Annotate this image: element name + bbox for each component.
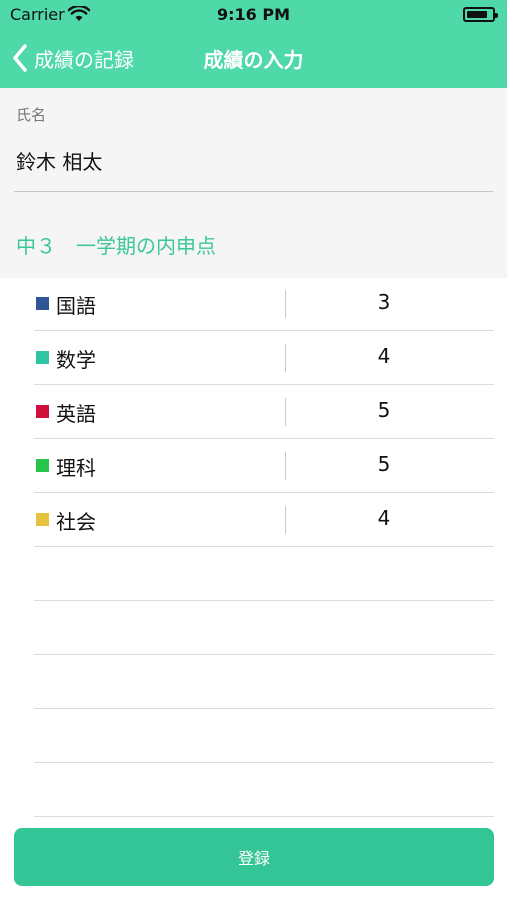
subject-row-math[interactable]: 数学 4 [34,331,494,385]
empty-row [34,763,494,817]
empty-row [34,709,494,763]
divider [285,452,286,480]
empty-row [34,601,494,655]
score-value[interactable]: 5 [374,452,394,476]
status-time: 9:16 PM [216,5,290,24]
page-title: 成績の入力 [203,48,304,72]
subject-name: 英語 [56,402,96,426]
section-title: 中３ 一学期の内申点 [16,234,216,258]
subject-color-swatch [36,513,49,526]
subject-name: 数学 [56,348,96,372]
subject-color-swatch [36,297,49,310]
empty-row [34,547,494,601]
register-button[interactable]: 登録 [14,828,494,886]
subject-color-swatch [36,459,49,472]
score-value[interactable]: 3 [374,290,394,314]
subject-name: 国語 [56,294,96,318]
navigation-bar: Carrier 9:16 PM 成績の記録 成績の入力 [0,0,507,88]
subject-color-swatch [36,405,49,418]
subject-row-english[interactable]: 英語 5 [34,385,494,439]
score-value[interactable]: 4 [374,344,394,368]
battery-icon [463,7,498,22]
score-value[interactable]: 5 [374,398,394,422]
divider [285,506,286,534]
status-bar: Carrier 9:16 PM [0,0,507,30]
subject-row-japanese[interactable]: 国語 3 [34,277,494,331]
subject-color-swatch [36,351,49,364]
divider [285,290,286,318]
subject-row-social[interactable]: 社会 4 [34,493,494,547]
divider [285,398,286,426]
divider [285,344,286,372]
subject-name: 社会 [56,510,96,534]
subject-name: 理科 [56,456,96,480]
name-divider [14,191,493,192]
subject-row-science[interactable]: 理科 5 [34,439,494,493]
empty-row [34,655,494,709]
score-value[interactable]: 4 [374,506,394,530]
name-field[interactable]: 鈴木 相太 [16,146,102,175]
name-label: 氏名 [16,106,47,124]
